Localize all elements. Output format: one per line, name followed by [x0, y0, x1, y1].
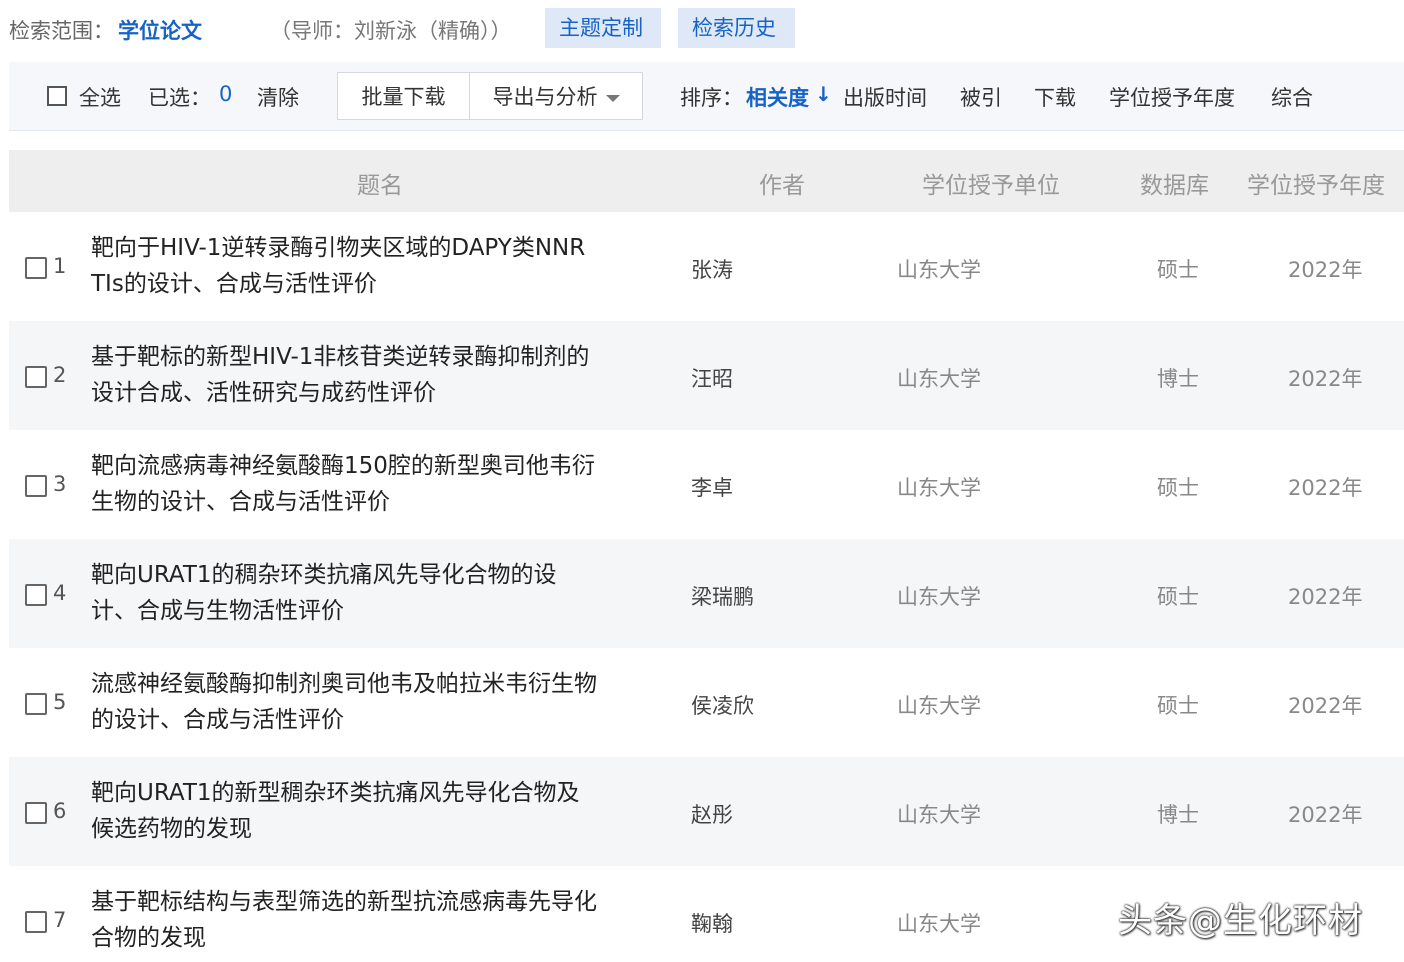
header-title: 题名 — [357, 173, 403, 199]
row-title-line: 合物的发现 — [91, 925, 206, 951]
row-database: 博士 — [1157, 803, 1199, 827]
row-title-line: 流感神经氨酸酶抑制剂奥司他韦及帕拉米韦衍生物 — [91, 671, 597, 697]
table-row: 6 靶向URAT1的新型稠杂环类抗痛风先导化合物及 候选药物的发现 赵彤 山东大… — [9, 757, 1404, 866]
sort-publish-time[interactable]: 出版时间 — [843, 82, 927, 112]
row-title-line: TIs的设计、合成与活性评价 — [91, 271, 377, 297]
table-row: 5 流感神经氨酸酶抑制剂奥司他韦及帕拉米韦衍生物 的设计、合成与活性评价 侯凌欣… — [9, 648, 1404, 757]
row-database: 博士 — [1157, 367, 1199, 391]
row-database: 硕士 — [1157, 258, 1199, 282]
row-title-line: 靶向于HIV-1逆转录酶引物夹区域的DAPY类NNR — [91, 235, 586, 261]
row-title-line: 靶向流感病毒神经氨酸酶150腔的新型奥司他韦衍 — [91, 453, 595, 479]
header-database: 数据库 — [1140, 173, 1209, 199]
selected-count: 0 — [219, 82, 233, 106]
table-row: 1 靶向于HIV-1逆转录酶引物夹区域的DAPY类NNR TIs的设计、合成与活… — [9, 212, 1404, 321]
table-row: 4 靶向URAT1的稠杂环类抗痛风先导化合物的设 计、合成与生物活性评价 梁瑞鹏… — [9, 539, 1404, 648]
table-row: 2 基于靶标的新型HIV-1非核苷类逆转录酶抑制剂的 设计合成、活性研究与成药性… — [9, 321, 1404, 430]
row-author[interactable]: 李卓 — [691, 472, 733, 502]
row-title-link[interactable]: 靶向流感病毒神经氨酸酶150腔的新型奥司他韦衍 生物的设计、合成与活性评价 — [91, 448, 676, 520]
row-author[interactable]: 汪昭 — [691, 363, 733, 393]
row-number: 7 — [53, 908, 67, 932]
row-year: 2022年 — [1288, 476, 1363, 500]
row-unit[interactable]: 山东大学 — [897, 254, 981, 284]
row-title-link[interactable]: 靶向于HIV-1逆转录酶引物夹区域的DAPY类NNR TIs的设计、合成与活性评… — [91, 230, 676, 302]
row-checkbox[interactable] — [25, 257, 47, 279]
row-unit[interactable]: 山东大学 — [897, 363, 981, 393]
row-title-link[interactable]: 流感神经氨酸酶抑制剂奥司他韦及帕拉米韦衍生物 的设计、合成与活性评价 — [91, 666, 676, 738]
row-author[interactable]: 张涛 — [691, 254, 733, 284]
row-author[interactable]: 侯凌欣 — [691, 690, 754, 720]
watermark-text: 头条@生化环材 — [1118, 901, 1363, 941]
row-author[interactable]: 梁瑞鹏 — [691, 581, 754, 611]
row-number: 3 — [53, 472, 67, 496]
row-checkbox[interactable] — [25, 584, 47, 606]
row-year: 2022年 — [1288, 585, 1363, 609]
row-checkbox[interactable] — [25, 802, 47, 824]
row-author[interactable]: 赵彤 — [691, 799, 733, 829]
row-title-link[interactable]: 靶向URAT1的稠杂环类抗痛风先导化合物的设 计、合成与生物活性评价 — [91, 557, 676, 629]
row-title-link[interactable]: 基于靶标的新型HIV-1非核苷类逆转录酶抑制剂的 设计合成、活性研究与成药性评价 — [91, 339, 676, 411]
export-analysis-dropdown[interactable]: 导出与分析 — [469, 72, 643, 120]
table-header: 题名 作者 学位授予单位 数据库 学位授予年度 — [9, 150, 1404, 212]
sort-comprehensive[interactable]: 综合 — [1271, 82, 1313, 112]
header-year: 学位授予年度 — [1247, 173, 1385, 199]
row-title-line: 的设计、合成与活性评价 — [91, 707, 344, 733]
search-scope-bar: 检索范围： 学位论文 （导师：刘新泳（精确）） 主题定制 检索历史 — [0, 0, 1404, 58]
row-checkbox[interactable] — [25, 475, 47, 497]
caret-down-icon — [605, 94, 620, 102]
row-title-line: 靶向URAT1的新型稠杂环类抗痛风先导化合物及 — [91, 780, 580, 806]
header-unit: 学位授予单位 — [922, 173, 1060, 199]
row-unit[interactable]: 山东大学 — [897, 908, 981, 938]
search-history-button[interactable]: 检索历史 — [678, 8, 795, 48]
row-title-line: 基于靶标的新型HIV-1非核苷类逆转录酶抑制剂的 — [91, 344, 590, 370]
theme-customize-button[interactable]: 主题定制 — [545, 8, 661, 48]
row-year: 2022年 — [1288, 803, 1363, 827]
export-analysis-label: 导出与分析 — [492, 85, 598, 109]
sort-download[interactable]: 下载 — [1034, 82, 1076, 112]
header-author: 作者 — [759, 173, 805, 199]
row-number: 2 — [53, 363, 67, 387]
row-unit[interactable]: 山东大学 — [897, 581, 981, 611]
row-number: 5 — [53, 690, 67, 714]
sort-relevance[interactable]: 相关度 — [746, 82, 809, 112]
selected-label: 已选： — [148, 86, 211, 110]
row-unit[interactable]: 山东大学 — [897, 690, 981, 720]
row-number: 6 — [53, 799, 67, 823]
sort-cited[interactable]: 被引 — [960, 82, 1002, 112]
row-year: 2022年 — [1288, 694, 1363, 718]
select-all-label[interactable]: 全选 — [79, 82, 121, 112]
sort-label: 排序： — [680, 86, 743, 110]
row-number: 4 — [53, 581, 67, 605]
row-checkbox[interactable] — [25, 693, 47, 715]
row-title-line: 靶向URAT1的稠杂环类抗痛风先导化合物的设 — [91, 562, 557, 588]
sort-descending-icon: ↓ — [815, 82, 832, 106]
table-row: 3 靶向流感病毒神经氨酸酶150腔的新型奥司他韦衍 生物的设计、合成与活性评价 … — [9, 430, 1404, 539]
select-all-checkbox[interactable] — [47, 86, 67, 106]
search-scope-label: 检索范围： — [9, 19, 114, 43]
row-title-line: 设计合成、活性研究与成药性评价 — [91, 380, 436, 406]
clear-selection-link[interactable]: 清除 — [257, 82, 299, 112]
row-number: 1 — [53, 254, 67, 278]
row-checkbox[interactable] — [25, 366, 47, 388]
sort-degree-year[interactable]: 学位授予年度 — [1109, 82, 1235, 112]
row-year: 2022年 — [1288, 258, 1363, 282]
row-database: 硕士 — [1157, 585, 1199, 609]
search-scope-value[interactable]: 学位论文 — [118, 15, 202, 45]
batch-download-button[interactable]: 批量下载 — [337, 72, 470, 120]
row-year: 2022年 — [1288, 367, 1363, 391]
row-title-line: 生物的设计、合成与活性评价 — [91, 489, 390, 515]
row-database: 硕士 — [1157, 694, 1199, 718]
row-database: 硕士 — [1157, 476, 1199, 500]
row-checkbox[interactable] — [25, 911, 47, 933]
result-toolbar: 全选 已选： 0 清除 批量下载 导出与分析 排序： 相关度 ↓ 出版时间 被引… — [9, 62, 1404, 131]
row-author[interactable]: 鞠翰 — [691, 908, 733, 938]
row-title-line: 基于靶标结构与表型筛选的新型抗流感病毒先导化 — [91, 889, 597, 915]
row-unit[interactable]: 山东大学 — [897, 799, 981, 829]
row-title-line: 候选药物的发现 — [91, 816, 252, 842]
search-tutor-condition: （导师：刘新泳（精确）） — [270, 19, 512, 43]
row-unit[interactable]: 山东大学 — [897, 472, 981, 502]
row-title-link[interactable]: 靶向URAT1的新型稠杂环类抗痛风先导化合物及 候选药物的发现 — [91, 775, 676, 847]
row-title-line: 计、合成与生物活性评价 — [91, 598, 344, 624]
row-title-link[interactable]: 基于靶标结构与表型筛选的新型抗流感病毒先导化 合物的发现 — [91, 884, 676, 956]
